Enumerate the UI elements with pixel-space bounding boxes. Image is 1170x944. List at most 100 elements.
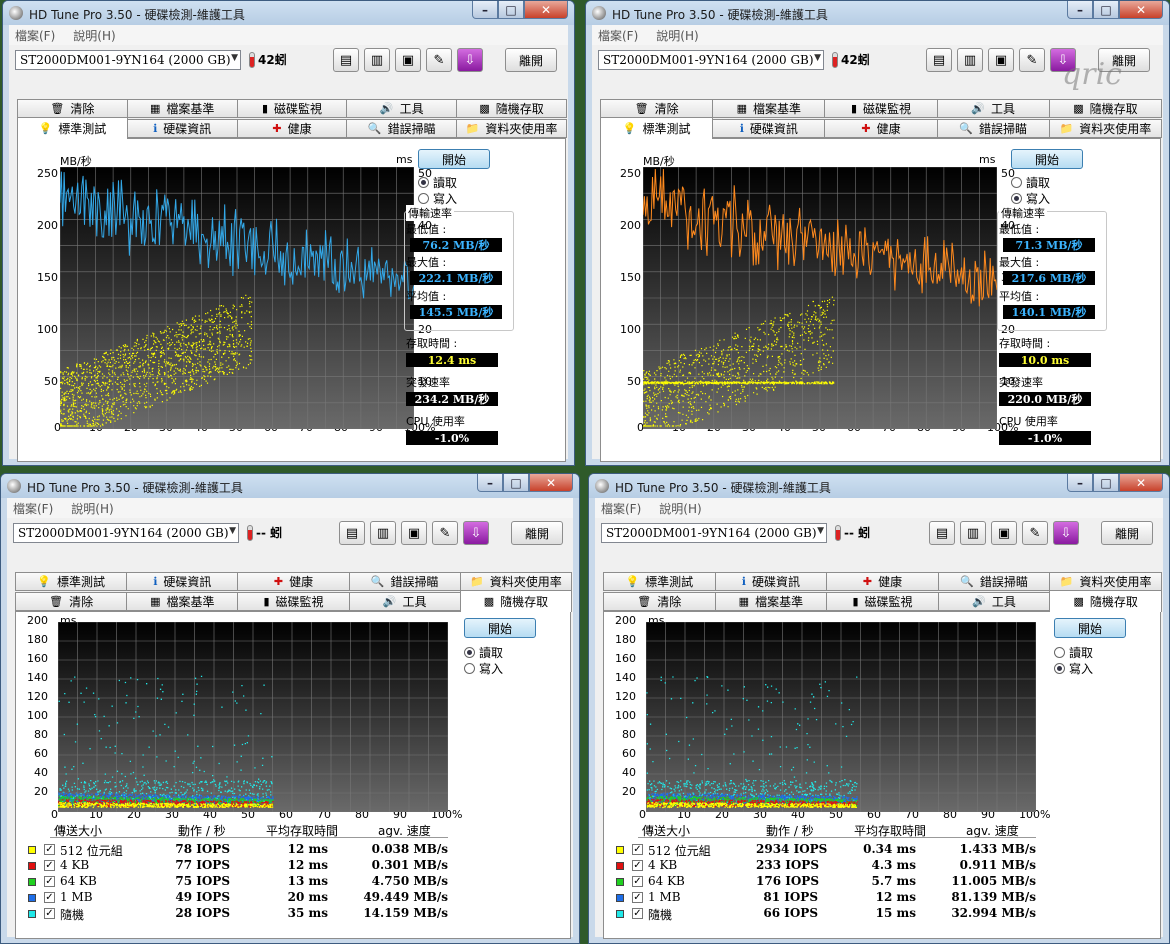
toolbar-download-button[interactable]: ⇩ — [1053, 521, 1079, 545]
size-checkbox[interactable]: ✓ — [44, 876, 55, 887]
tab-tools[interactable]: 🔊 工具 — [936, 99, 1050, 118]
size-checkbox[interactable]: ✓ — [44, 860, 55, 871]
tab-folder-usage[interactable]: 📁 資料夾使用率 — [456, 119, 567, 138]
exit-button[interactable]: 離開 — [511, 521, 563, 545]
title-bar[interactable]: HD Tune Pro 3.50 - 硬碟檢測-維護工具 – □ ✕ — [3, 1, 574, 25]
read-radio[interactable]: 讀取 — [464, 644, 503, 661]
tab-error-scan[interactable]: 🔍 錯誤掃瞄 — [346, 119, 458, 138]
tab-random-access[interactable]: ▩ 隨機存取 — [1049, 590, 1162, 612]
write-radio[interactable]: 寫入 — [464, 660, 503, 677]
tab-info[interactable]: ℹ 硬碟資訊 — [126, 119, 238, 138]
tab-error-scan[interactable]: 🔍 錯誤掃瞄 — [936, 119, 1050, 138]
maximize-button[interactable]: □ — [503, 474, 529, 492]
menu-file[interactable]: 檔案(F) — [601, 500, 641, 517]
tab-file-benchmark[interactable]: ▦ 檔案基準 — [714, 592, 828, 611]
size-checkbox[interactable]: ✓ — [44, 892, 55, 903]
toolbar-options-button[interactable]: ✎ — [432, 521, 458, 545]
tab-erase[interactable]: 🗑 清除 — [600, 99, 714, 118]
drive-select[interactable]: ST2000DM001-9YN164 (2000 GB) ▼ — [598, 50, 824, 70]
toolbar-save-button[interactable]: ▣ — [395, 48, 421, 72]
menu-file[interactable]: 檔案(F) — [15, 27, 55, 44]
drive-select[interactable]: ST2000DM001-9YN164 (2000 GB) ▼ — [13, 523, 239, 543]
tab-error-scan[interactable]: 🔍 錯誤掃瞄 — [348, 572, 461, 591]
tab-tools[interactable]: 🔊 工具 — [937, 592, 1051, 611]
size-checkbox[interactable]: ✓ — [44, 844, 55, 855]
close-button[interactable]: ✕ — [529, 474, 573, 492]
tab-tools[interactable]: 🔊 工具 — [348, 592, 461, 611]
tab-health[interactable]: ✚ 健康 — [826, 572, 939, 591]
drive-select[interactable]: ST2000DM001-9YN164 (2000 GB) ▼ — [601, 523, 827, 543]
tab-tools[interactable]: 🔊 工具 — [346, 99, 458, 118]
read-radio[interactable]: 讀取 — [418, 174, 457, 191]
toolbar-save-button[interactable]: ▣ — [401, 521, 427, 545]
toolbar-copy-screenshot-button[interactable]: ▥ — [370, 521, 396, 545]
tab-file-benchmark[interactable]: ▦ 檔案基準 — [712, 99, 826, 118]
toolbar-options-button[interactable]: ✎ — [426, 48, 452, 72]
toolbar-copy-screenshot-button[interactable]: ▥ — [364, 48, 390, 72]
tab-random-access[interactable]: ▩ 隨機存取 — [456, 99, 567, 118]
close-button[interactable]: ✕ — [1119, 1, 1163, 19]
tab-erase[interactable]: 🗑 清除 — [603, 592, 716, 611]
size-checkbox[interactable]: ✓ — [632, 876, 643, 887]
toolbar-download-button[interactable]: ⇩ — [463, 521, 489, 545]
title-bar[interactable]: HD Tune Pro 3.50 - 硬碟檢測-維護工具 – □ ✕ — [586, 1, 1169, 25]
tab-benchmark[interactable]: 💡 標準測試 — [17, 117, 128, 139]
menu-help[interactable]: 說明(H) — [656, 27, 698, 44]
menu-file[interactable]: 檔案(F) — [13, 500, 53, 517]
start-button[interactable]: 開始 — [418, 149, 490, 169]
tab-folder-usage[interactable]: 📁 資料夾使用率 — [1049, 572, 1162, 591]
tab-info[interactable]: ℹ 硬碟資訊 — [712, 119, 826, 138]
tab-erase[interactable]: 🗑 清除 — [15, 592, 128, 611]
tab-error-scan[interactable]: 🔍 錯誤掃瞄 — [937, 572, 1051, 591]
exit-button[interactable]: 離開 — [505, 48, 557, 72]
tab-disk-monitor[interactable]: ▮ 磁碟監視 — [237, 592, 350, 611]
tab-benchmark[interactable]: 💡 標準測試 — [15, 572, 128, 591]
title-bar[interactable]: HD Tune Pro 3.50 - 硬碟檢測-維護工具 – □ ✕ — [1, 474, 579, 498]
menu-help[interactable]: 說明(H) — [73, 27, 115, 44]
toolbar-copy-text-button[interactable]: ▤ — [333, 48, 359, 72]
tab-disk-monitor[interactable]: ▮ 磁碟監視 — [236, 99, 348, 118]
tab-file-benchmark[interactable]: ▦ 檔案基準 — [126, 592, 239, 611]
toolbar-download-button[interactable]: ⇩ — [457, 48, 483, 72]
toolbar-options-button[interactable]: ✎ — [1019, 48, 1045, 72]
menu-help[interactable]: 說明(H) — [659, 500, 701, 517]
tab-info[interactable]: ℹ 硬碟資訊 — [714, 572, 828, 591]
tab-health[interactable]: ✚ 健康 — [237, 572, 350, 591]
tab-random-access[interactable]: ▩ 隨機存取 — [459, 590, 573, 612]
read-radio[interactable]: 讀取 — [1054, 644, 1093, 661]
toolbar-copy-text-button[interactable]: ▤ — [339, 521, 365, 545]
size-checkbox[interactable]: ✓ — [632, 844, 643, 855]
minimize-button[interactable]: – — [1067, 1, 1093, 19]
maximize-button[interactable]: □ — [498, 1, 524, 19]
toolbar-save-button[interactable]: ▣ — [991, 521, 1017, 545]
start-button[interactable]: 開始 — [1011, 149, 1083, 169]
exit-button[interactable]: 離開 — [1101, 521, 1153, 545]
toolbar-copy-screenshot-button[interactable]: ▥ — [957, 48, 983, 72]
start-button[interactable]: 開始 — [464, 618, 536, 638]
tab-health[interactable]: ✚ 健康 — [824, 119, 938, 138]
title-bar[interactable]: HD Tune Pro 3.50 - 硬碟檢測-維護工具 – □ ✕ — [589, 474, 1169, 498]
tab-folder-usage[interactable]: 📁 資料夾使用率 — [1048, 119, 1163, 138]
size-checkbox[interactable]: ✓ — [632, 892, 643, 903]
minimize-button[interactable]: – — [1067, 474, 1093, 492]
tab-benchmark[interactable]: 💡 標準測試 — [600, 117, 714, 139]
maximize-button[interactable]: □ — [1093, 1, 1119, 19]
menu-file[interactable]: 檔案(F) — [598, 27, 638, 44]
menu-help[interactable]: 說明(H) — [71, 500, 113, 517]
minimize-button[interactable]: – — [472, 1, 498, 19]
minimize-button[interactable]: – — [477, 474, 503, 492]
tab-file-benchmark[interactable]: ▦ 檔案基準 — [126, 99, 238, 118]
tab-disk-monitor[interactable]: ▮ 磁碟監視 — [826, 592, 939, 611]
tab-benchmark[interactable]: 💡 標準測試 — [603, 572, 716, 591]
tab-disk-monitor[interactable]: ▮ 磁碟監視 — [824, 99, 938, 118]
start-button[interactable]: 開始 — [1054, 618, 1126, 638]
toolbar-options-button[interactable]: ✎ — [1022, 521, 1048, 545]
toolbar-copy-text-button[interactable]: ▤ — [929, 521, 955, 545]
tab-random-access[interactable]: ▩ 隨機存取 — [1048, 99, 1163, 118]
close-button[interactable]: ✕ — [1119, 474, 1163, 492]
drive-select[interactable]: ST2000DM001-9YN164 (2000 GB) ▼ — [15, 50, 241, 70]
size-checkbox[interactable]: ✓ — [632, 908, 643, 919]
size-checkbox[interactable]: ✓ — [632, 860, 643, 871]
tab-info[interactable]: ℹ 硬碟資訊 — [126, 572, 239, 591]
tab-folder-usage[interactable]: 📁 資料夾使用率 — [459, 572, 573, 591]
